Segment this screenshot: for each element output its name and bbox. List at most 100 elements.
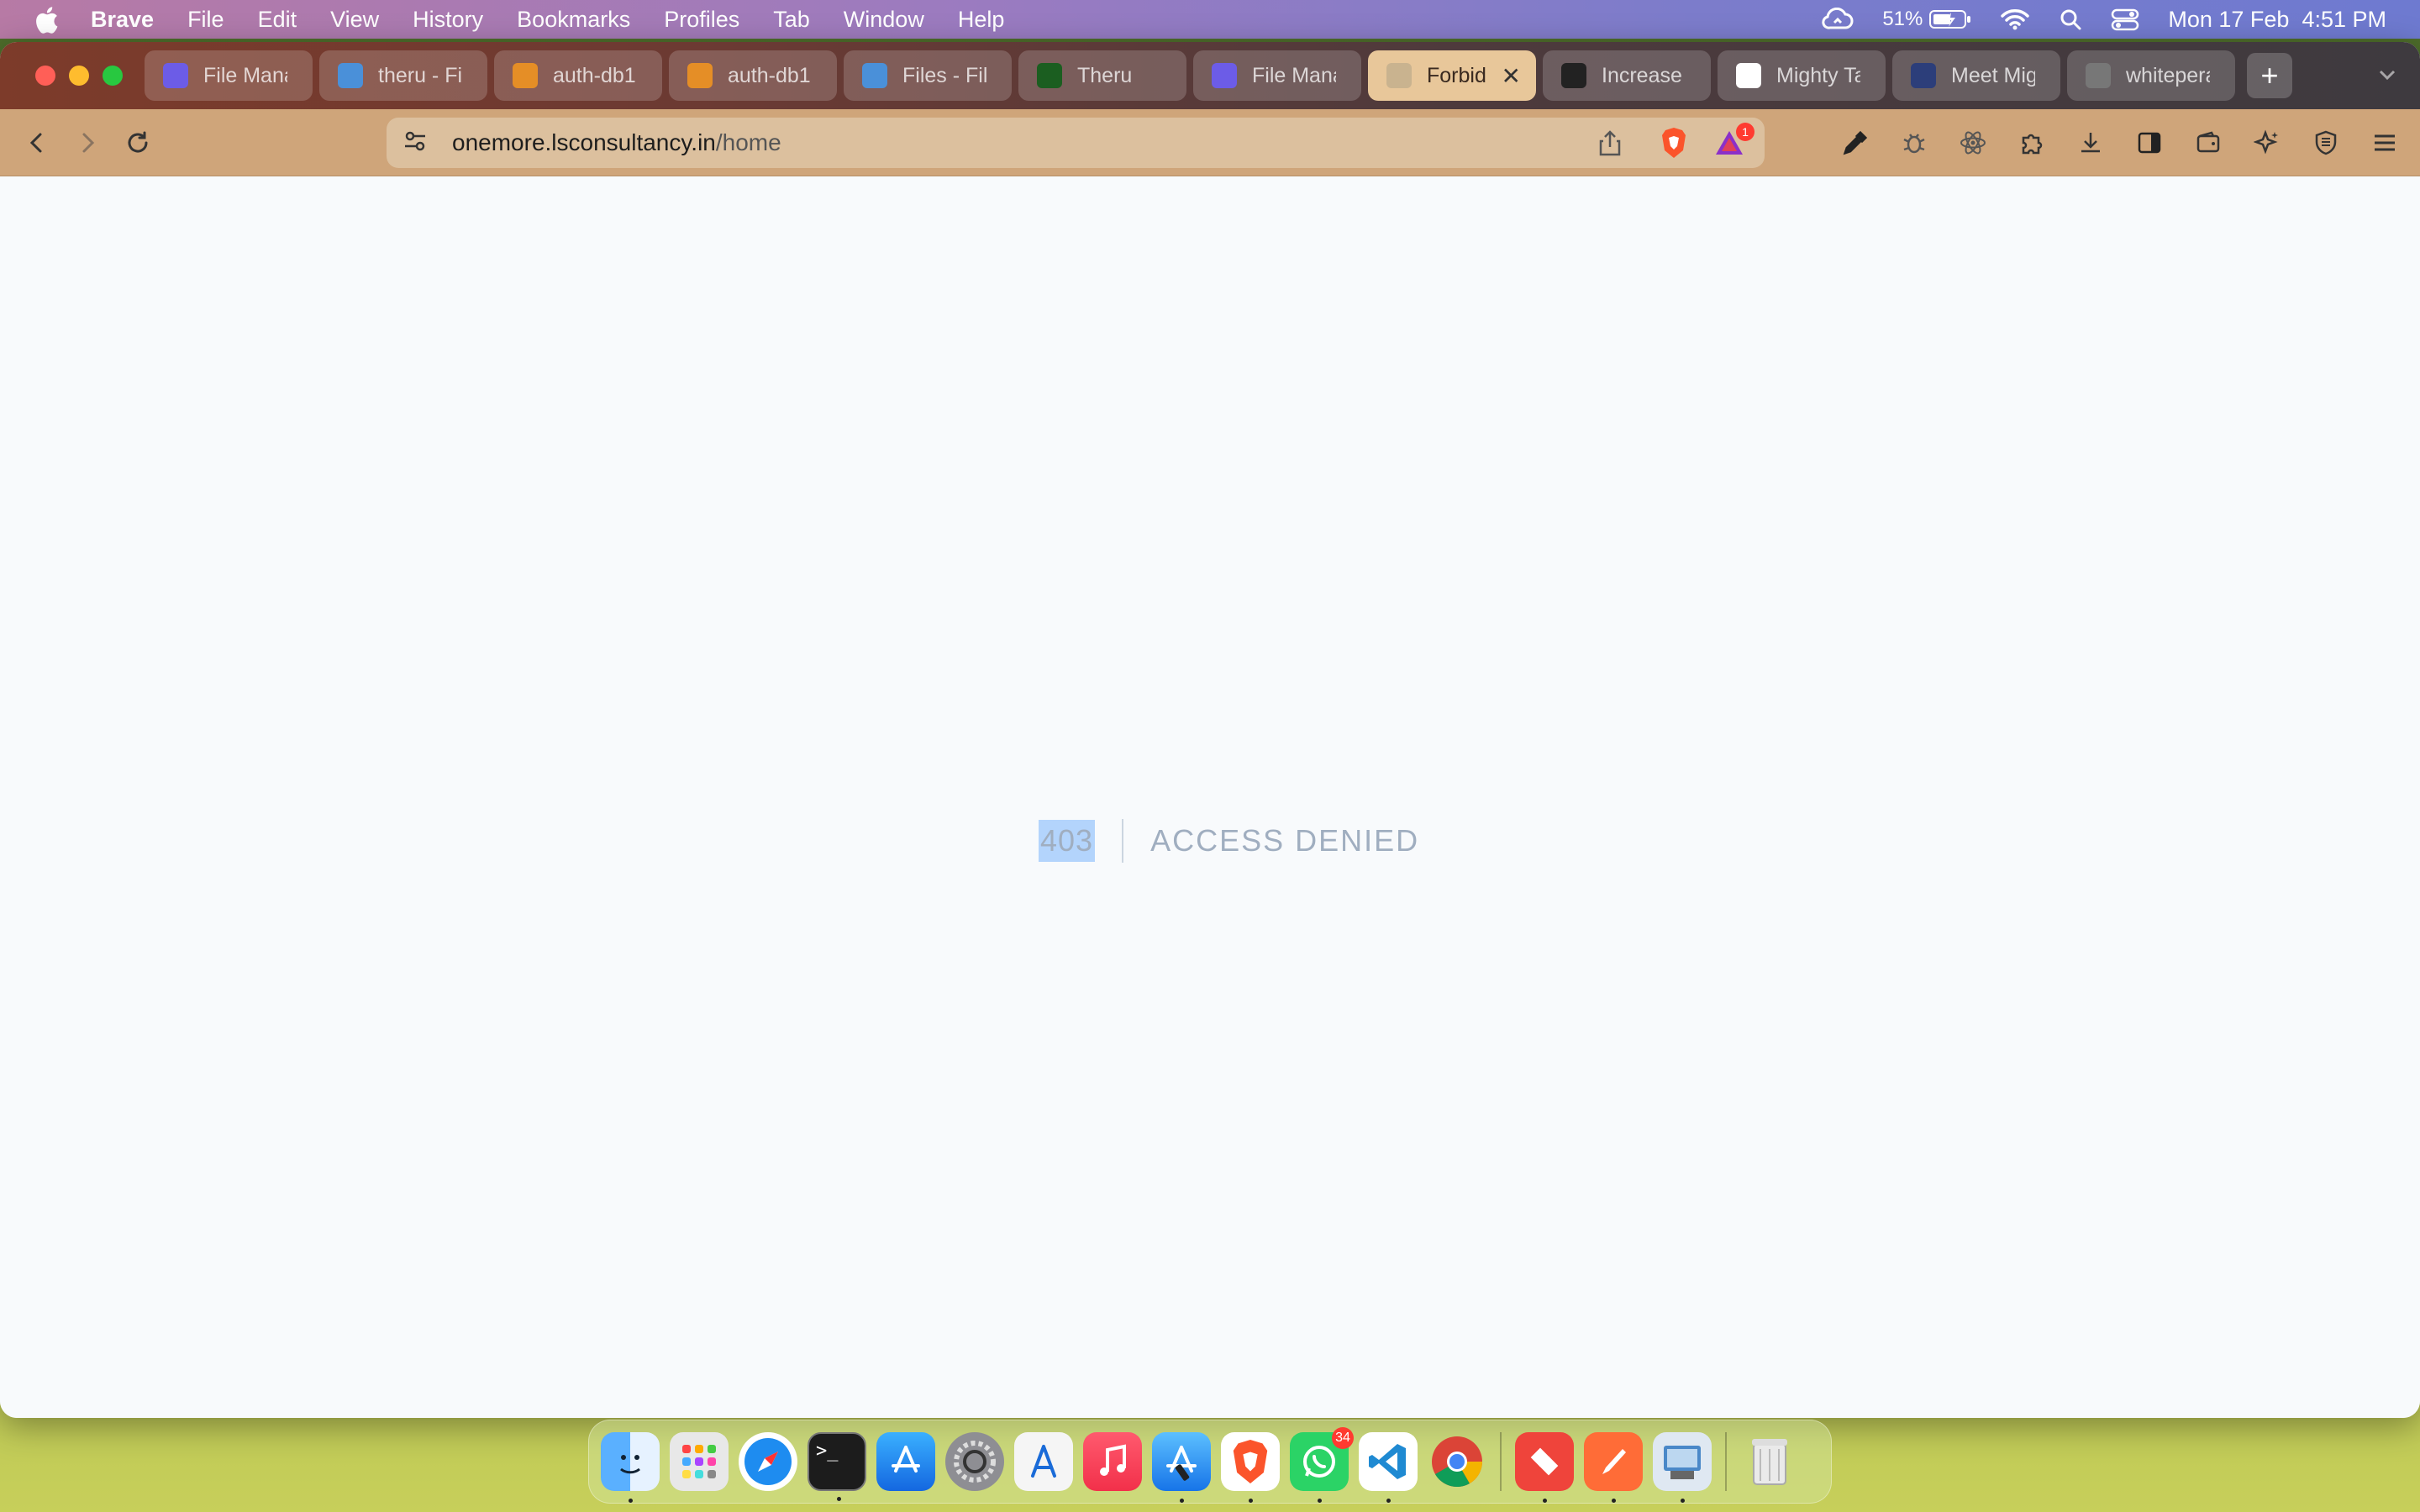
- creative-cloud-icon[interactable]: [1820, 8, 1854, 31]
- vscode-icon[interactable]: [1359, 1432, 1418, 1503]
- instruments-icon[interactable]: [1014, 1432, 1073, 1491]
- browser-tab[interactable]: Files - Fil: [844, 50, 1012, 101]
- bug-extension-icon[interactable]: [1896, 124, 1933, 161]
- wave-icon: [687, 63, 713, 88]
- tab-overflow-chevron-icon[interactable]: [2376, 64, 2398, 90]
- react-devtools-icon[interactable]: [1954, 124, 1991, 161]
- whatsapp-icon[interactable]: 34: [1290, 1427, 1354, 1503]
- browser-tab[interactable]: auth-db1: [494, 50, 662, 101]
- tab-title: whitepera: [2126, 63, 2210, 87]
- preview-icon[interactable]: [1653, 1432, 1712, 1503]
- browser-tab[interactable]: Forbid ✕: [1368, 50, 1536, 101]
- browser-tab[interactable]: Meet Mig: [1892, 50, 2060, 101]
- menu-bookmarks[interactable]: Bookmarks: [517, 7, 630, 33]
- menu-view[interactable]: View: [330, 7, 379, 33]
- browser-tab[interactable]: Mighty Ta: [1718, 50, 1886, 101]
- tab-title: Files - Fil: [902, 63, 986, 87]
- mountain-icon: [1911, 63, 1936, 88]
- error-message-block: 403 ACCESS DENIED: [1039, 816, 1419, 866]
- new-tab-button[interactable]: +: [2247, 53, 2292, 98]
- status-area: 51% Mon 17 Feb 4:51 PM: [1820, 0, 2386, 39]
- url-path: /home: [715, 129, 781, 155]
- trash-icon[interactable]: [1740, 1432, 1799, 1491]
- sidebar-toggle-icon[interactable]: [2131, 124, 2168, 161]
- minimize-window-button[interactable]: [69, 66, 89, 86]
- anydesk-icon[interactable]: [1515, 1432, 1574, 1503]
- bolt-icon: [163, 63, 188, 88]
- address-bar[interactable]: onemore.lsconsultancy.in/home 1: [387, 118, 1765, 168]
- tab-title: auth-db1: [553, 63, 636, 87]
- brave-rewards-icon[interactable]: 1: [1712, 123, 1754, 164]
- battery-status[interactable]: 51%: [1882, 8, 1971, 31]
- reload-icon: [128, 131, 148, 153]
- apple-icon[interactable]: [34, 6, 59, 34]
- back-button[interactable]: [20, 126, 54, 160]
- brave-browser-icon[interactable]: [1221, 1432, 1280, 1503]
- tab-title: auth-db1: [728, 63, 811, 87]
- xcode-icon[interactable]: [1152, 1432, 1211, 1503]
- control-center-icon[interactable]: [2111, 8, 2139, 31]
- wallet-icon[interactable]: [2190, 124, 2227, 161]
- launchpad-icon[interactable]: [670, 1432, 729, 1491]
- terminal-icon: [1037, 63, 1062, 88]
- terminal-icon[interactable]: >_: [808, 1432, 866, 1501]
- safari-icon[interactable]: [739, 1432, 797, 1491]
- brave-shields-icon[interactable]: [1659, 126, 1689, 164]
- menu-edit[interactable]: Edit: [258, 7, 297, 33]
- menu-window[interactable]: Window: [844, 7, 924, 33]
- app-store-icon[interactable]: [876, 1432, 935, 1491]
- leo-ai-icon[interactable]: [2249, 124, 2286, 161]
- error-divider: [1122, 819, 1124, 863]
- browser-tab[interactable]: Increase: [1543, 50, 1711, 101]
- site-settings-icon[interactable]: [403, 129, 427, 157]
- globe-icon: [2086, 63, 2111, 88]
- browser-tab[interactable]: whitepera: [2067, 50, 2235, 101]
- menu-hamburger-icon[interactable]: [2366, 124, 2403, 161]
- macos-dock: >_ 34: [588, 1420, 1832, 1504]
- postman-icon[interactable]: [1584, 1432, 1643, 1503]
- battery-percent: 51%: [1882, 8, 1923, 30]
- tab-title: Increase: [1602, 63, 1682, 87]
- menu-help[interactable]: Help: [958, 7, 1005, 33]
- toolbar-actions: [1837, 124, 2403, 161]
- battery-icon: [1929, 10, 1971, 29]
- zoom-window-button[interactable]: [103, 66, 123, 86]
- system-settings-icon[interactable]: [945, 1432, 1004, 1491]
- share-icon[interactable]: [1598, 129, 1622, 160]
- g-icon: [1736, 63, 1761, 88]
- tab-title: Meet Mig: [1951, 63, 2035, 87]
- reload-button[interactable]: [121, 126, 155, 160]
- macos-menu-bar: Brave File Edit View History Bookmarks P…: [0, 0, 2420, 39]
- chrome-icon[interactable]: [1428, 1432, 1486, 1491]
- forward-button[interactable]: [71, 126, 104, 160]
- error-text: ACCESS DENIED: [1150, 823, 1420, 858]
- browser-tab[interactable]: Theru: [1018, 50, 1186, 101]
- wifi-icon[interactable]: [2000, 8, 2030, 31]
- menu-history[interactable]: History: [413, 7, 483, 33]
- arrow-right-icon: [82, 133, 95, 153]
- globe-icon: [1386, 63, 1412, 88]
- eyedropper-icon[interactable]: [1837, 124, 1874, 161]
- extensions-puzzle-icon[interactable]: [2013, 124, 2050, 161]
- close-window-button[interactable]: [35, 66, 55, 86]
- finder-icon[interactable]: [601, 1432, 660, 1503]
- menubar-clock[interactable]: Mon 17 Feb 4:51 PM: [2168, 7, 2386, 33]
- browser-tab[interactable]: File Mana: [1193, 50, 1361, 101]
- downloads-icon[interactable]: [2072, 124, 2109, 161]
- tab-strip: File Mana theru - Fi auth-db1 auth-db1 Files…: [0, 42, 2420, 109]
- close-tab-icon[interactable]: ✕: [1502, 62, 1521, 90]
- menu-file[interactable]: File: [187, 7, 224, 33]
- menu-profiles[interactable]: Profiles: [664, 7, 739, 33]
- menu-app-name[interactable]: Brave: [91, 7, 154, 33]
- vpn-shield-icon[interactable]: [2307, 124, 2344, 161]
- browser-tab[interactable]: theru - Fi: [319, 50, 487, 101]
- page-content: 403 ACCESS DENIED: [0, 177, 2420, 1418]
- browser-tab[interactable]: auth-db1: [669, 50, 837, 101]
- tab-title: Forbid: [1427, 63, 1486, 87]
- menu-tab[interactable]: Tab: [773, 7, 810, 33]
- music-icon[interactable]: [1083, 1432, 1142, 1491]
- spotlight-search-icon[interactable]: [2059, 8, 2082, 31]
- wave-icon: [513, 63, 538, 88]
- tab-title: Theru: [1077, 63, 1133, 87]
- browser-tab[interactable]: File Mana: [145, 50, 313, 101]
